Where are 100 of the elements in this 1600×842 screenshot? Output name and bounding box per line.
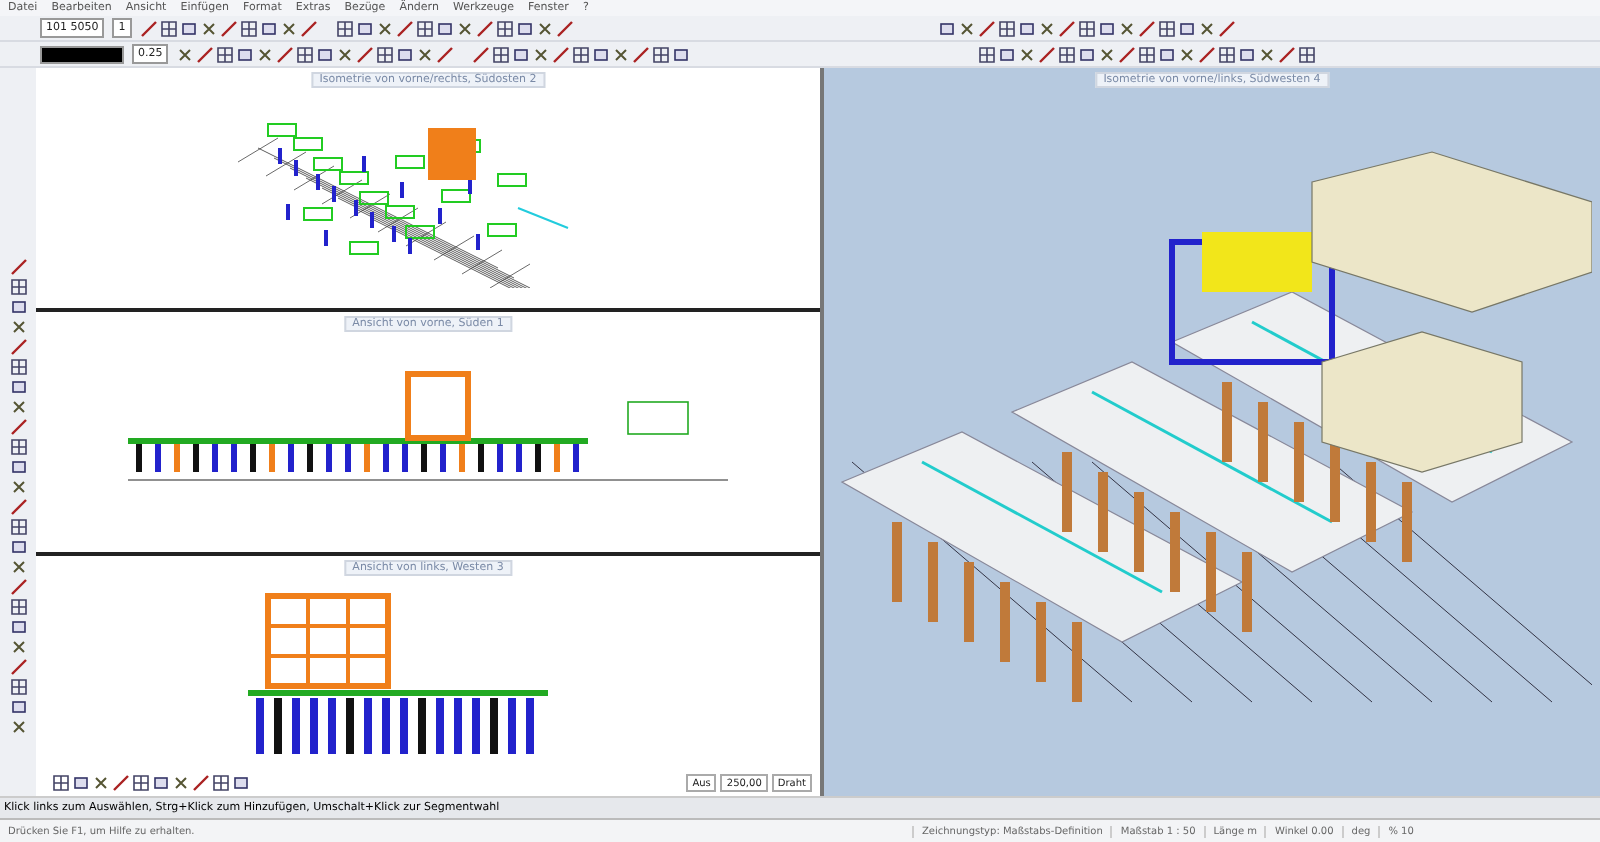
rectangle-icon[interactable]	[9, 458, 27, 476]
diagonal-line-icon[interactable]	[9, 418, 27, 436]
rectangle-icon[interactable]	[316, 45, 335, 63]
cross-icon[interactable]	[535, 19, 554, 37]
grid-icon[interactable]	[212, 774, 230, 792]
grid-icon[interactable]	[376, 45, 395, 63]
cross-icon[interactable]	[9, 398, 27, 416]
diagonal-line-icon[interactable]	[552, 45, 571, 63]
diagonal-line-icon[interactable]	[9, 658, 27, 676]
rectangle-icon[interactable]	[179, 19, 198, 37]
grid-icon[interactable]	[495, 19, 514, 37]
cross-icon[interactable]	[92, 774, 110, 792]
grid-icon[interactable]	[1158, 19, 1177, 37]
diagonal-line-icon[interactable]	[219, 19, 238, 37]
diagonal-line-icon[interactable]	[112, 774, 130, 792]
cross-icon[interactable]	[9, 558, 27, 576]
diagonal-line-icon[interactable]	[9, 338, 27, 356]
rectangle-icon[interactable]	[355, 19, 374, 37]
color-dropdown[interactable]	[40, 45, 124, 63]
rectangle-icon[interactable]	[1237, 45, 1256, 63]
cross-icon[interactable]	[176, 45, 195, 63]
diagonal-line-icon[interactable]	[299, 19, 318, 37]
diagonal-line-icon[interactable]	[1138, 19, 1157, 37]
cross-icon[interactable]	[172, 774, 190, 792]
grid-icon[interactable]	[296, 45, 315, 63]
cross-icon[interactable]	[612, 45, 631, 63]
diagonal-line-icon[interactable]	[196, 45, 215, 63]
diagonal-line-icon[interactable]	[1037, 45, 1056, 63]
cross-icon[interactable]	[1198, 19, 1217, 37]
rectangle-icon[interactable]	[72, 774, 90, 792]
diagonal-line-icon[interactable]	[9, 258, 27, 276]
grid-icon[interactable]	[9, 358, 27, 376]
rectangle-icon[interactable]	[9, 298, 27, 316]
grid-icon[interactable]	[335, 19, 354, 37]
diagonal-line-icon[interactable]	[276, 45, 295, 63]
grid-icon[interactable]	[998, 19, 1017, 37]
rectangle-icon[interactable]	[9, 618, 27, 636]
grid-icon[interactable]	[977, 45, 996, 63]
diagonal-line-icon[interactable]	[1117, 45, 1136, 63]
rectangle-icon[interactable]	[938, 19, 957, 37]
grid-icon[interactable]	[492, 45, 511, 63]
grid-icon[interactable]	[9, 518, 27, 536]
cross-icon[interactable]	[256, 45, 275, 63]
diagonal-line-icon[interactable]	[472, 45, 491, 63]
cross-icon[interactable]	[279, 19, 298, 37]
grid-icon[interactable]	[1078, 19, 1097, 37]
cross-icon[interactable]	[9, 478, 27, 496]
cross-icon[interactable]	[1017, 45, 1036, 63]
rectangle-icon[interactable]	[435, 19, 454, 37]
cross-icon[interactable]	[199, 19, 218, 37]
grid-icon[interactable]	[1057, 45, 1076, 63]
grid-icon[interactable]	[9, 438, 27, 456]
cross-icon[interactable]	[336, 45, 355, 63]
grid-icon[interactable]	[52, 774, 70, 792]
cross-icon[interactable]	[532, 45, 551, 63]
grid-icon[interactable]	[159, 19, 178, 37]
grid-icon[interactable]	[652, 45, 671, 63]
cross-icon[interactable]	[1038, 19, 1057, 37]
grid-icon[interactable]	[572, 45, 591, 63]
diagonal-line-icon[interactable]	[9, 578, 27, 596]
cross-icon[interactable]	[9, 318, 27, 336]
grid-icon[interactable]	[9, 278, 27, 296]
diagonal-line-icon[interactable]	[1218, 19, 1237, 37]
diagonal-line-icon[interactable]	[632, 45, 651, 63]
grid-icon[interactable]	[132, 774, 150, 792]
diagonal-line-icon[interactable]	[9, 498, 27, 516]
cross-icon[interactable]	[9, 638, 27, 656]
grid-icon[interactable]	[1217, 45, 1236, 63]
cross-icon[interactable]	[9, 718, 27, 736]
diagonal-line-icon[interactable]	[192, 774, 210, 792]
grid-icon[interactable]	[9, 598, 27, 616]
cross-icon[interactable]	[1118, 19, 1137, 37]
cross-icon[interactable]	[1097, 45, 1116, 63]
cross-icon[interactable]	[455, 19, 474, 37]
diagonal-line-icon[interactable]	[1058, 19, 1077, 37]
diagonal-line-icon[interactable]	[1197, 45, 1216, 63]
grid-icon[interactable]	[216, 45, 235, 63]
rectangle-icon[interactable]	[9, 378, 27, 396]
grid-icon[interactable]	[1297, 45, 1316, 63]
grid-icon[interactable]	[1137, 45, 1156, 63]
diagonal-line-icon[interactable]	[395, 19, 414, 37]
grid-icon[interactable]	[239, 19, 258, 37]
diagonal-line-icon[interactable]	[356, 45, 375, 63]
cross-icon[interactable]	[416, 45, 435, 63]
diagonal-line-icon[interactable]	[1277, 45, 1296, 63]
diagonal-line-icon[interactable]	[436, 45, 455, 63]
diagonal-line-icon[interactable]	[139, 19, 158, 37]
cross-icon[interactable]	[375, 19, 394, 37]
rectangle-icon[interactable]	[9, 538, 27, 556]
diagonal-line-icon[interactable]	[978, 19, 997, 37]
cross-icon[interactable]	[1257, 45, 1276, 63]
rectangle-icon[interactable]	[672, 45, 691, 63]
rectangle-icon[interactable]	[9, 698, 27, 716]
diagonal-line-icon[interactable]	[475, 19, 494, 37]
cross-icon[interactable]	[958, 19, 977, 37]
rectangle-icon[interactable]	[396, 45, 415, 63]
grid-icon[interactable]	[415, 19, 434, 37]
cross-icon[interactable]	[1177, 45, 1196, 63]
diagonal-line-icon[interactable]	[555, 19, 574, 37]
grid-icon[interactable]	[9, 678, 27, 696]
